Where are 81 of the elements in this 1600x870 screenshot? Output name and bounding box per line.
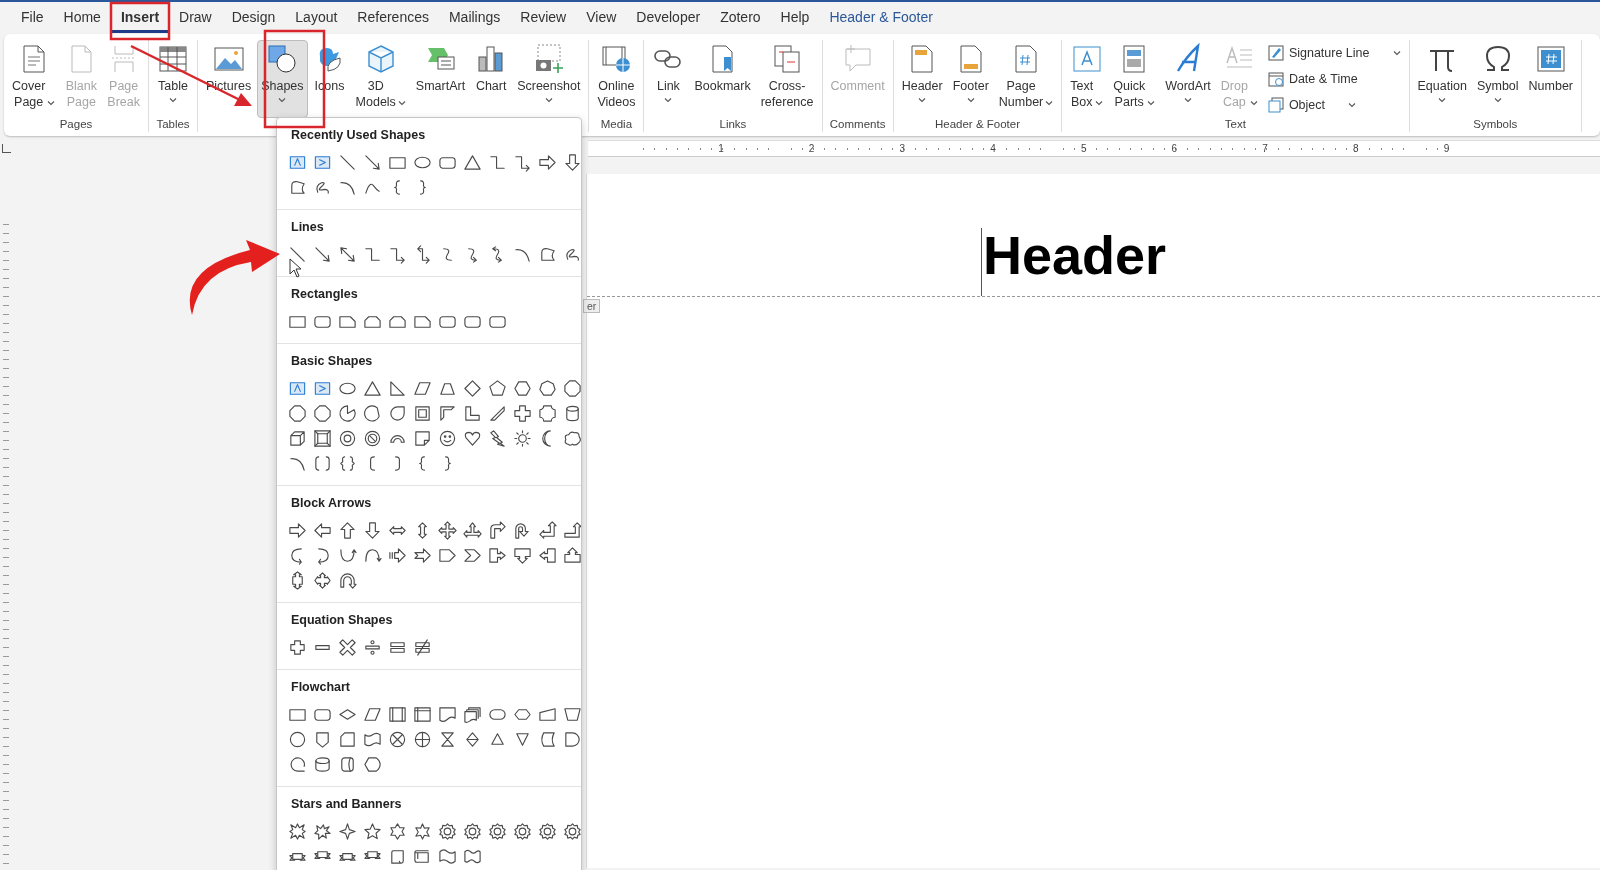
ribbon-button[interactable]: Table bbox=[153, 40, 193, 118]
number-box-icon bbox=[1534, 43, 1567, 75]
ribbon-tab[interactable]: Zotero bbox=[711, 3, 770, 33]
ribbon-tab[interactable]: Design bbox=[222, 3, 285, 33]
table-icon bbox=[157, 43, 189, 75]
ribbon-tab[interactable]: Review bbox=[511, 3, 576, 33]
ribbon-button[interactable]: Equation bbox=[1413, 40, 1471, 118]
caret-icon bbox=[278, 97, 287, 103]
group-label: Symbols bbox=[1472, 118, 1519, 132]
group-label: Comments bbox=[828, 118, 887, 132]
caret-icon bbox=[169, 97, 177, 103]
ribbon-tab[interactable]: Help bbox=[771, 3, 819, 33]
horizontal-ruler: 1 2 3 4 5 6 7 8 9 bbox=[588, 140, 1600, 157]
ribbon-button[interactable]: Link bbox=[648, 40, 689, 118]
caret-icon bbox=[1348, 102, 1357, 108]
section-title: Block Arrows bbox=[291, 495, 373, 512]
video-icon bbox=[600, 43, 633, 75]
text-box-icon bbox=[1070, 43, 1103, 75]
caret-icon bbox=[544, 97, 553, 103]
calendar-icon bbox=[1267, 71, 1284, 87]
ribbon-tab[interactable]: File bbox=[12, 3, 53, 33]
ribbon-button[interactable]: Date & Time bbox=[1263, 68, 1405, 90]
ribbon-button[interactable]: WordArt bbox=[1161, 40, 1215, 118]
caret-icon bbox=[1493, 97, 1502, 103]
caret-icon bbox=[1147, 99, 1156, 106]
section-title: Stars and Banners bbox=[291, 796, 403, 813]
ribbon-button[interactable]: Cross-reference bbox=[756, 40, 818, 118]
object-icon bbox=[1267, 97, 1284, 113]
ribbon-tab[interactable]: Header & Footer bbox=[820, 3, 942, 33]
group-label: Pages bbox=[58, 118, 94, 132]
ribbon-button[interactable]: Screenshot bbox=[513, 40, 585, 118]
group-label: Tables bbox=[155, 118, 191, 132]
group-label: Text bbox=[1223, 118, 1247, 132]
section-title: Equation Shapes bbox=[291, 612, 394, 629]
section-title: Flowchart bbox=[291, 679, 352, 696]
ribbon-button[interactable]: 3D Models bbox=[351, 40, 410, 118]
caret-icon bbox=[1045, 99, 1054, 106]
quad-arrow-icon[interactable] bbox=[435, 518, 460, 543]
ribbon-tab[interactable]: Mailings bbox=[439, 3, 510, 33]
caret-icon bbox=[966, 97, 975, 103]
ribbon-tab[interactable]: Home bbox=[54, 3, 110, 33]
group-label: Links bbox=[718, 118, 748, 132]
caret-icon bbox=[1438, 97, 1447, 103]
group-label: Header & Footer bbox=[933, 118, 1021, 132]
caret-icon bbox=[1095, 99, 1104, 106]
ribbon-button[interactable]: Online Videos bbox=[593, 40, 640, 118]
caret-icon bbox=[1392, 50, 1401, 56]
ribbon-button[interactable]: Symbol bbox=[1472, 40, 1523, 118]
ribbon-button[interactable]: Signature Line bbox=[1263, 42, 1405, 64]
section-title: Recently Used Shapes bbox=[291, 127, 427, 144]
tab-selector-icon[interactable] bbox=[2, 144, 11, 153]
header-tab-label: er bbox=[583, 299, 601, 313]
caret-icon bbox=[47, 99, 56, 106]
caret-icon bbox=[918, 97, 927, 103]
ribbon-button[interactable]: Text Box bbox=[1066, 40, 1108, 118]
ribbon-tab[interactable]: Developer bbox=[627, 3, 710, 33]
ribbon-button[interactable]: Header bbox=[897, 40, 947, 118]
ribbon-button[interactable]: Cover Page bbox=[8, 40, 60, 118]
ribbon-tab[interactable]: Layout bbox=[286, 3, 347, 33]
ribbon-button[interactable]: Quick Parts bbox=[1109, 40, 1160, 118]
section-title: Rectangles bbox=[291, 286, 359, 303]
highlight-frame bbox=[109, 1, 171, 41]
caret-icon bbox=[664, 97, 673, 103]
ribbon-button[interactable]: Page Number bbox=[994, 40, 1058, 118]
mouse-pointer-icon bbox=[289, 258, 302, 278]
caret-icon bbox=[397, 99, 406, 106]
ribbon-button[interactable]: Object bbox=[1263, 94, 1405, 116]
ribbon-button[interactable]: Bookmark bbox=[690, 40, 755, 118]
header-text: Header bbox=[981, 228, 1167, 296]
group-label: Media bbox=[599, 118, 634, 132]
caret-icon bbox=[1184, 97, 1192, 103]
ribbon-tab[interactable]: References bbox=[348, 3, 438, 33]
section-title: Basic Shapes bbox=[291, 353, 374, 370]
shapes-icon bbox=[266, 43, 299, 75]
caret-icon bbox=[1249, 99, 1258, 106]
ribbon-button[interactable]: Footer bbox=[948, 40, 993, 118]
ribbon-button[interactable]: Number bbox=[1524, 40, 1578, 118]
ribbon-button[interactable]: Chart bbox=[471, 40, 512, 118]
section-title: Lines bbox=[291, 219, 325, 236]
ribbon-tab[interactable]: Draw bbox=[170, 3, 221, 33]
ribbon-tab[interactable]: View bbox=[577, 3, 626, 33]
